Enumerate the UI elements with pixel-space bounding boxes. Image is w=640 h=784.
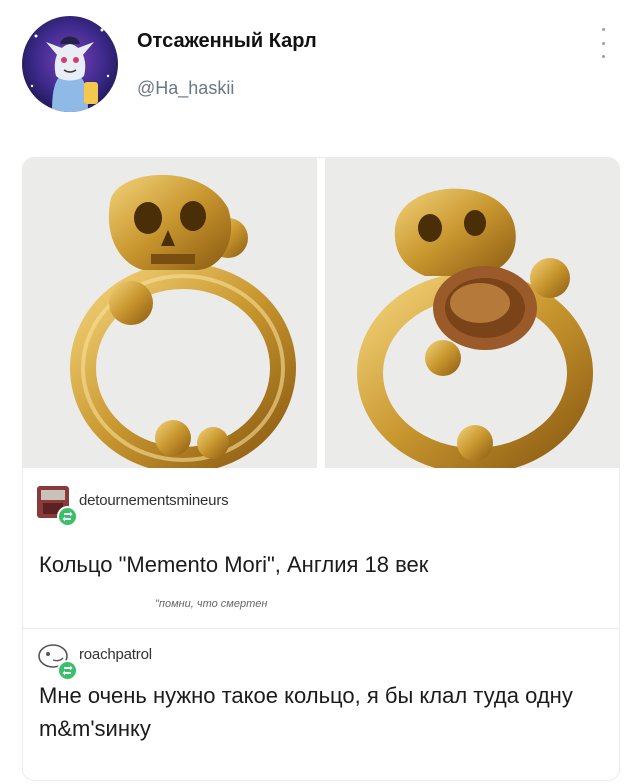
avatar[interactable]: [22, 16, 118, 112]
blog-name[interactable]: roachpatrol: [79, 646, 152, 663]
tweet-header: Отсаженный Карл @Ha_haskii: [0, 0, 640, 140]
post-subtext: "помни, что смертен: [155, 598, 268, 610]
post-text: Мне очень нужно такое кольцо, я бы клал …: [39, 683, 573, 741]
reblog-comment: roachpatrol Мне очень нужно такое кольцо…: [23, 629, 619, 780]
ring-photos: [23, 158, 619, 474]
photo-divider: [317, 158, 325, 468]
display-name[interactable]: Отсаженный Карл: [137, 30, 317, 53]
original-post: detournementsmineurs Кольцо "Memento Mor…: [23, 468, 619, 629]
reblog-icon: [57, 660, 78, 681]
skull-ring-open-image: [325, 158, 619, 474]
reblog-icon: [57, 506, 78, 527]
user-handle[interactable]: @Ha_haskii: [137, 78, 234, 99]
tumblr-screenshot-card[interactable]: detournementsmineurs Кольцо "Memento Mor…: [22, 157, 620, 781]
post-text: Кольцо "Memento Mori", Англия 18 век: [39, 552, 429, 577]
skull-ring-closed-image: [23, 158, 317, 473]
more-options-icon[interactable]: [596, 28, 610, 58]
blog-name[interactable]: detournementsmineurs: [79, 492, 229, 509]
